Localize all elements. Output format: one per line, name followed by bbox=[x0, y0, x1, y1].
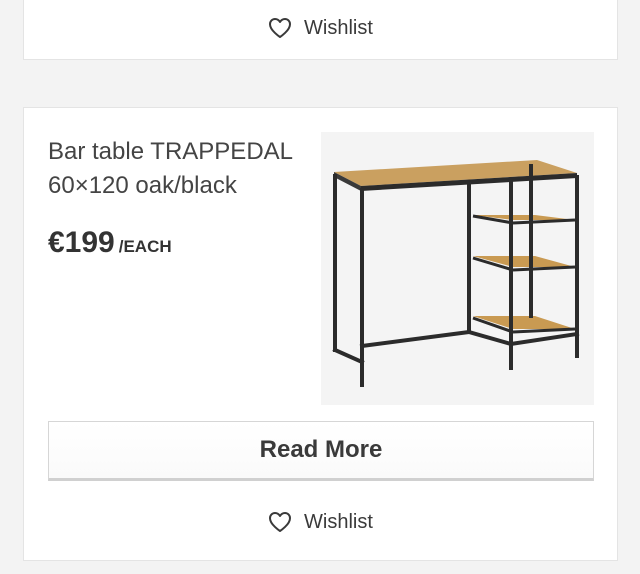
product-card: Bar table TRAPPEDAL 60×120 oak/black €19… bbox=[23, 107, 618, 561]
heart-icon bbox=[269, 18, 292, 38]
wishlist-button[interactable]: Wishlist bbox=[24, 502, 617, 542]
product-title[interactable]: Bar table TRAPPEDAL 60×120 oak/black bbox=[48, 135, 308, 203]
wishlist-label: Wishlist bbox=[304, 16, 373, 39]
product-title-line-2: 60×120 oak/black bbox=[48, 172, 237, 199]
previous-product-card: Wishlist bbox=[23, 0, 618, 60]
price-row: €199 /EACH bbox=[48, 226, 172, 260]
wishlist-label: Wishlist bbox=[304, 510, 373, 533]
price-unit: /EACH bbox=[118, 237, 172, 256]
product-title-line-1: Bar table TRAPPEDAL bbox=[48, 138, 294, 165]
read-more-button[interactable]: Read More bbox=[48, 421, 594, 481]
heart-icon bbox=[269, 512, 292, 532]
product-price: €199 bbox=[48, 226, 115, 259]
bar-table-illustration bbox=[332, 160, 580, 387]
product-image[interactable] bbox=[321, 132, 594, 405]
wishlist-button[interactable]: Wishlist bbox=[24, 8, 617, 48]
